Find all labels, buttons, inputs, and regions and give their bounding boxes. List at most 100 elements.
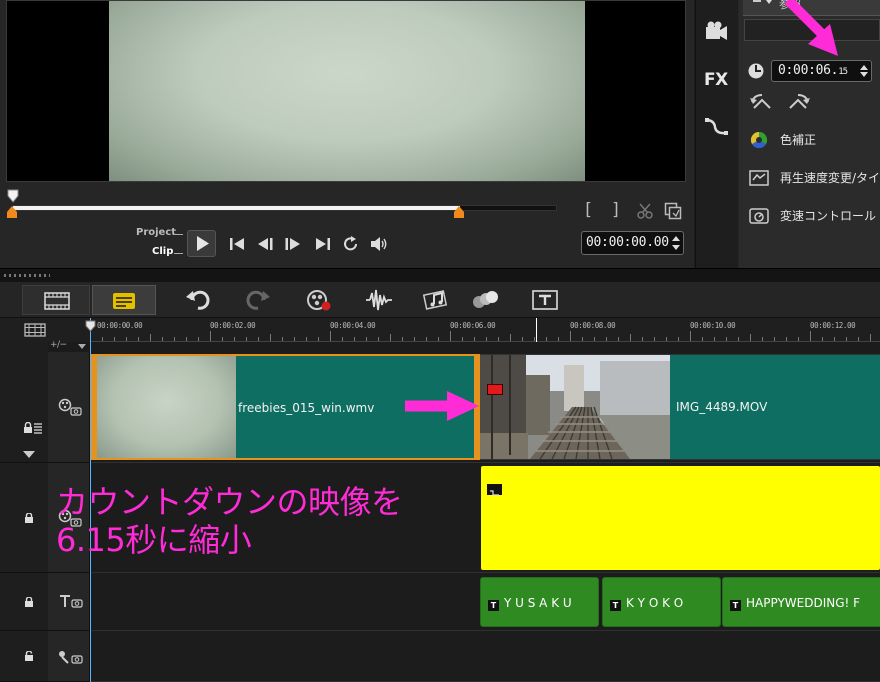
duration-down-arrow-icon[interactable]	[860, 72, 868, 77]
timecode-down-arrow-icon[interactable]	[672, 245, 680, 250]
copy-frame-icon[interactable]	[664, 202, 682, 220]
mark-in-button[interactable]: [	[580, 200, 596, 220]
ruler-tick	[210, 331, 211, 341]
ruler-tick	[870, 334, 871, 341]
ruler-tick	[666, 337, 667, 341]
transition-marker-icon[interactable]	[487, 384, 503, 395]
previous-frame-icon[interactable]	[254, 234, 276, 254]
ruler-tick	[258, 337, 259, 341]
panel-splitter[interactable]	[0, 268, 880, 282]
ruler-tick	[378, 337, 379, 341]
motion-tracking-icon[interactable]	[470, 287, 500, 313]
ruler-current-time-line	[536, 318, 537, 342]
ruler-tick	[546, 337, 547, 341]
timeline-tracks-icon	[113, 293, 135, 309]
project-mode-toggle[interactable]: Project	[136, 227, 176, 238]
ruler-tick-label: 00:00:12.00	[810, 321, 856, 330]
auto-music-icon[interactable]	[422, 287, 452, 313]
timeline-ruler[interactable]: 00:00:00.00 00:00:02.00 00:00:04.00 00:00:0…	[90, 318, 880, 342]
mark-in-handle[interactable]	[7, 206, 17, 218]
redo-icon[interactable]	[243, 287, 273, 313]
voice-track-icon	[59, 651, 83, 664]
ruler-tick	[330, 331, 331, 341]
ruler-tick	[270, 334, 271, 341]
preview-scrubber[interactable]	[12, 205, 557, 211]
ruler-tick	[174, 337, 175, 341]
clip-mode-toggle[interactable]: Clip	[152, 246, 173, 257]
go-to-end-icon[interactable]	[312, 234, 334, 254]
variable-speed-label: 変速コントロール	[780, 209, 877, 223]
duration-clock-icon	[748, 63, 764, 79]
title-clip[interactable]: TK Y O K O	[602, 577, 721, 627]
mode-dash	[174, 253, 183, 254]
color-correction-label: 色補正	[780, 133, 817, 147]
repeat-icon[interactable]	[340, 234, 362, 254]
ruler-tick-label: 00:00:08.00	[570, 321, 616, 330]
video-clip-img4489[interactable]: IMG_4489.MOV	[480, 354, 880, 460]
sound-mixer-icon[interactable]	[364, 287, 394, 313]
rotate-left-icon[interactable]	[748, 92, 774, 112]
play-button[interactable]	[187, 230, 216, 257]
ruler-tick	[366, 337, 367, 341]
ruler-tick	[750, 334, 751, 341]
record-capture-icon[interactable]	[304, 287, 334, 313]
ruler-tick	[582, 337, 583, 341]
add-remove-tracks-label: +/−	[50, 340, 67, 350]
ruler-header	[0, 318, 90, 342]
title-clip[interactable]: T HAPPYWEDDING! F	[722, 577, 880, 627]
go-to-start-icon[interactable]	[226, 234, 248, 254]
storyboard-view-button[interactable]	[22, 285, 90, 315]
overlay-clip[interactable]	[481, 466, 880, 570]
ruler-tick	[126, 337, 127, 341]
voice-track-header[interactable]	[48, 631, 90, 682]
lock-icon[interactable]	[24, 513, 34, 523]
next-frame-icon[interactable]	[282, 234, 304, 254]
clip-thumbnail	[97, 356, 236, 458]
title-clip[interactable]: TY U S A K U	[480, 577, 599, 627]
subtitle-editor-icon[interactable]	[530, 287, 560, 313]
timeline-view-button[interactable]	[92, 285, 156, 315]
rotate-right-icon[interactable]	[786, 92, 812, 112]
ruler-tick	[198, 337, 199, 341]
mode-dash	[174, 234, 183, 235]
timecode-up-arrow-icon[interactable]	[672, 236, 680, 241]
timeline-playhead-handle[interactable]	[85, 320, 96, 332]
splitter-grip[interactable]	[4, 274, 50, 277]
volume-icon[interactable]	[368, 234, 390, 254]
scissors-icon[interactable]	[636, 202, 654, 220]
undo-icon[interactable]	[183, 287, 213, 313]
preview-playhead-marker[interactable]	[7, 189, 19, 203]
ruler-tick	[402, 337, 403, 341]
overlay-badge-icon	[490, 490, 499, 496]
track-manager-icon[interactable]	[24, 323, 46, 337]
video-track-header[interactable]	[48, 352, 90, 463]
ruler-tick	[222, 337, 223, 341]
video-track-lock-column	[0, 342, 48, 463]
lock-icon[interactable]	[24, 597, 34, 607]
duration-field[interactable]: 0:00:06.15	[771, 60, 872, 82]
title-track-lock-column	[0, 573, 48, 631]
ruler-tick	[486, 337, 487, 341]
title-t-icon: T	[730, 600, 741, 611]
ruler-tick	[846, 337, 847, 341]
unlock-icon[interactable]	[24, 651, 34, 661]
duration-up-arrow-icon[interactable]	[860, 65, 868, 70]
video-track-icon	[58, 398, 82, 416]
mark-out-button[interactable]: ]	[608, 200, 624, 220]
track-expand-arrow-icon[interactable]	[23, 451, 35, 459]
fx-tab[interactable]: FX	[704, 70, 728, 90]
filmstrip-icon	[44, 292, 70, 310]
annotation-text: カウントダウンの映像を 6.15秒に縮小	[56, 483, 403, 559]
title-t-icon: T	[610, 600, 621, 611]
media-sprocket-icon[interactable]	[703, 20, 729, 42]
track-controls-bar[interactable]: +/−	[48, 340, 90, 352]
path-motion-icon[interactable]	[704, 116, 730, 138]
ruler-tick	[822, 337, 823, 341]
lock-all-icon[interactable]	[23, 422, 43, 434]
clip-timecode-field[interactable]: 00:00:00.00	[581, 231, 684, 255]
ruler-tick	[714, 337, 715, 341]
mark-out-handle[interactable]	[454, 206, 464, 218]
preview-screen	[6, 0, 686, 182]
voice-track-lane[interactable]	[90, 631, 880, 682]
title-track-header[interactable]	[48, 573, 90, 631]
